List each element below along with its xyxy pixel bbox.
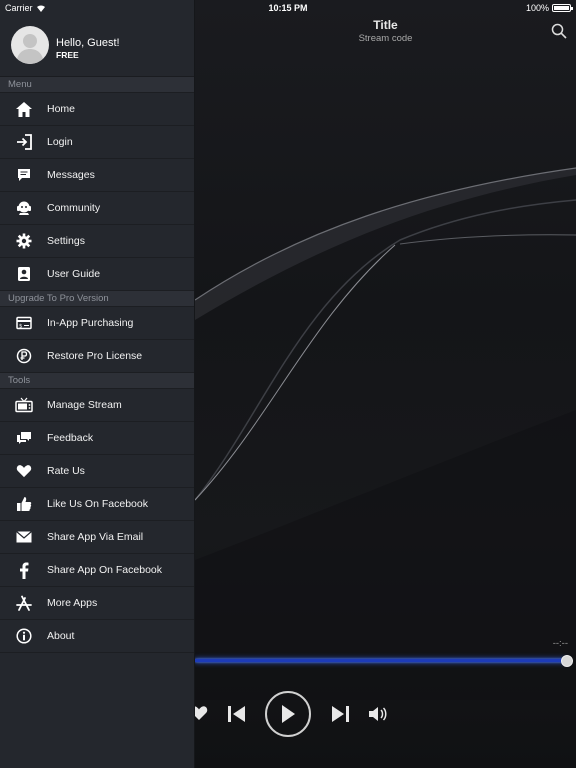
status-battery: 100% [525,3,573,13]
thumbs-up-icon [15,495,33,513]
menu-item-label: Restore Pro License [47,350,143,362]
section-header-tools: Tools [0,373,194,389]
user-guide-icon [15,265,33,283]
menu-item-community[interactable]: Community [0,192,194,225]
greeting-text: Hello, Guest! [56,37,120,49]
volume-icon[interactable] [367,705,389,723]
status-time: 10:15 PM [268,3,308,13]
menu-item-settings[interactable]: Settings [0,225,194,258]
now-playing-title: Title [373,18,398,32]
progress-bar[interactable] [195,659,567,662]
menu-item-restore-pro-license[interactable]: Restore Pro License [0,340,194,373]
menu-item-label: Settings [47,235,85,247]
menu-item-in-app-purchasing[interactable]: $ In-App Purchasing [0,307,194,340]
now-playing-subtitle: Stream code [358,33,413,44]
menu-item-home[interactable]: Home [0,93,194,126]
svg-text:$: $ [19,324,23,330]
info-icon [15,627,33,645]
playback-controls [190,690,576,740]
heart-icon [15,462,33,480]
next-track-icon[interactable] [329,704,351,724]
menu-item-label: Community [47,202,101,214]
menu-item-feedback[interactable]: Feedback [0,422,194,455]
facebook-icon [15,561,33,579]
app-store-icon [15,594,33,612]
menu-item-label: In-App Purchasing [47,317,134,329]
menu-item-manage-stream[interactable]: Manage Stream [0,389,194,422]
battery-percent: 100% [525,3,549,13]
menu-item-label: Login [47,136,73,148]
menu-item-about[interactable]: About [0,620,194,653]
status-bar: Carrier 10:15 PM 100% [0,0,576,16]
purchase-icon: $ [15,314,33,332]
section-header-upgrade: Upgrade To Pro Version [0,291,194,307]
search-icon[interactable] [551,23,567,39]
avatar[interactable] [11,26,49,64]
messages-icon [15,166,33,184]
section-header-menu: Menu [0,77,194,93]
login-icon [15,133,33,151]
menu-item-label: Share App On Facebook [47,564,162,576]
battery-icon [552,4,573,12]
previous-track-icon[interactable] [226,704,248,724]
menu-item-label: Home [47,103,76,115]
menu-item-share-email[interactable]: Share App Via Email [0,521,194,554]
menu-item-label: Feedback [47,432,94,444]
menu-item-more-apps[interactable]: More Apps [0,587,194,620]
sidebar-menu: Hello, Guest! FREE Menu Home Login Messa… [0,0,195,768]
menu-item-rate-us[interactable]: Rate Us [0,455,194,488]
menu-item-label: Like Us On Facebook [47,498,148,510]
menu-item-share-facebook[interactable]: Share App On Facebook [0,554,194,587]
gear-icon [15,232,33,250]
menu-item-label: Rate Us [47,465,85,477]
feedback-icon [15,429,33,447]
community-icon [15,199,33,217]
menu-item-user-guide[interactable]: User Guide [0,258,194,291]
menu-item-messages[interactable]: Messages [0,159,194,192]
menu-item-label: Messages [47,169,95,181]
menu-item-label: User Guide [47,268,101,280]
menu-item-label: More Apps [47,597,98,609]
progress-thumb[interactable] [561,655,573,667]
menu-item-label: About [47,630,75,642]
account-tier: FREE [56,50,79,60]
menu-item-login[interactable]: Login [0,126,194,159]
home-icon [15,100,33,118]
email-icon [15,528,33,546]
tv-icon [15,396,33,414]
time-remaining: --:-- [552,638,568,649]
menu-item-label: Manage Stream [47,399,122,411]
menu-item-label: Share App Via Email [47,531,144,543]
play-button[interactable] [265,691,311,737]
restore-icon [15,347,33,365]
menu-item-like-facebook[interactable]: Like Us On Facebook [0,488,194,521]
